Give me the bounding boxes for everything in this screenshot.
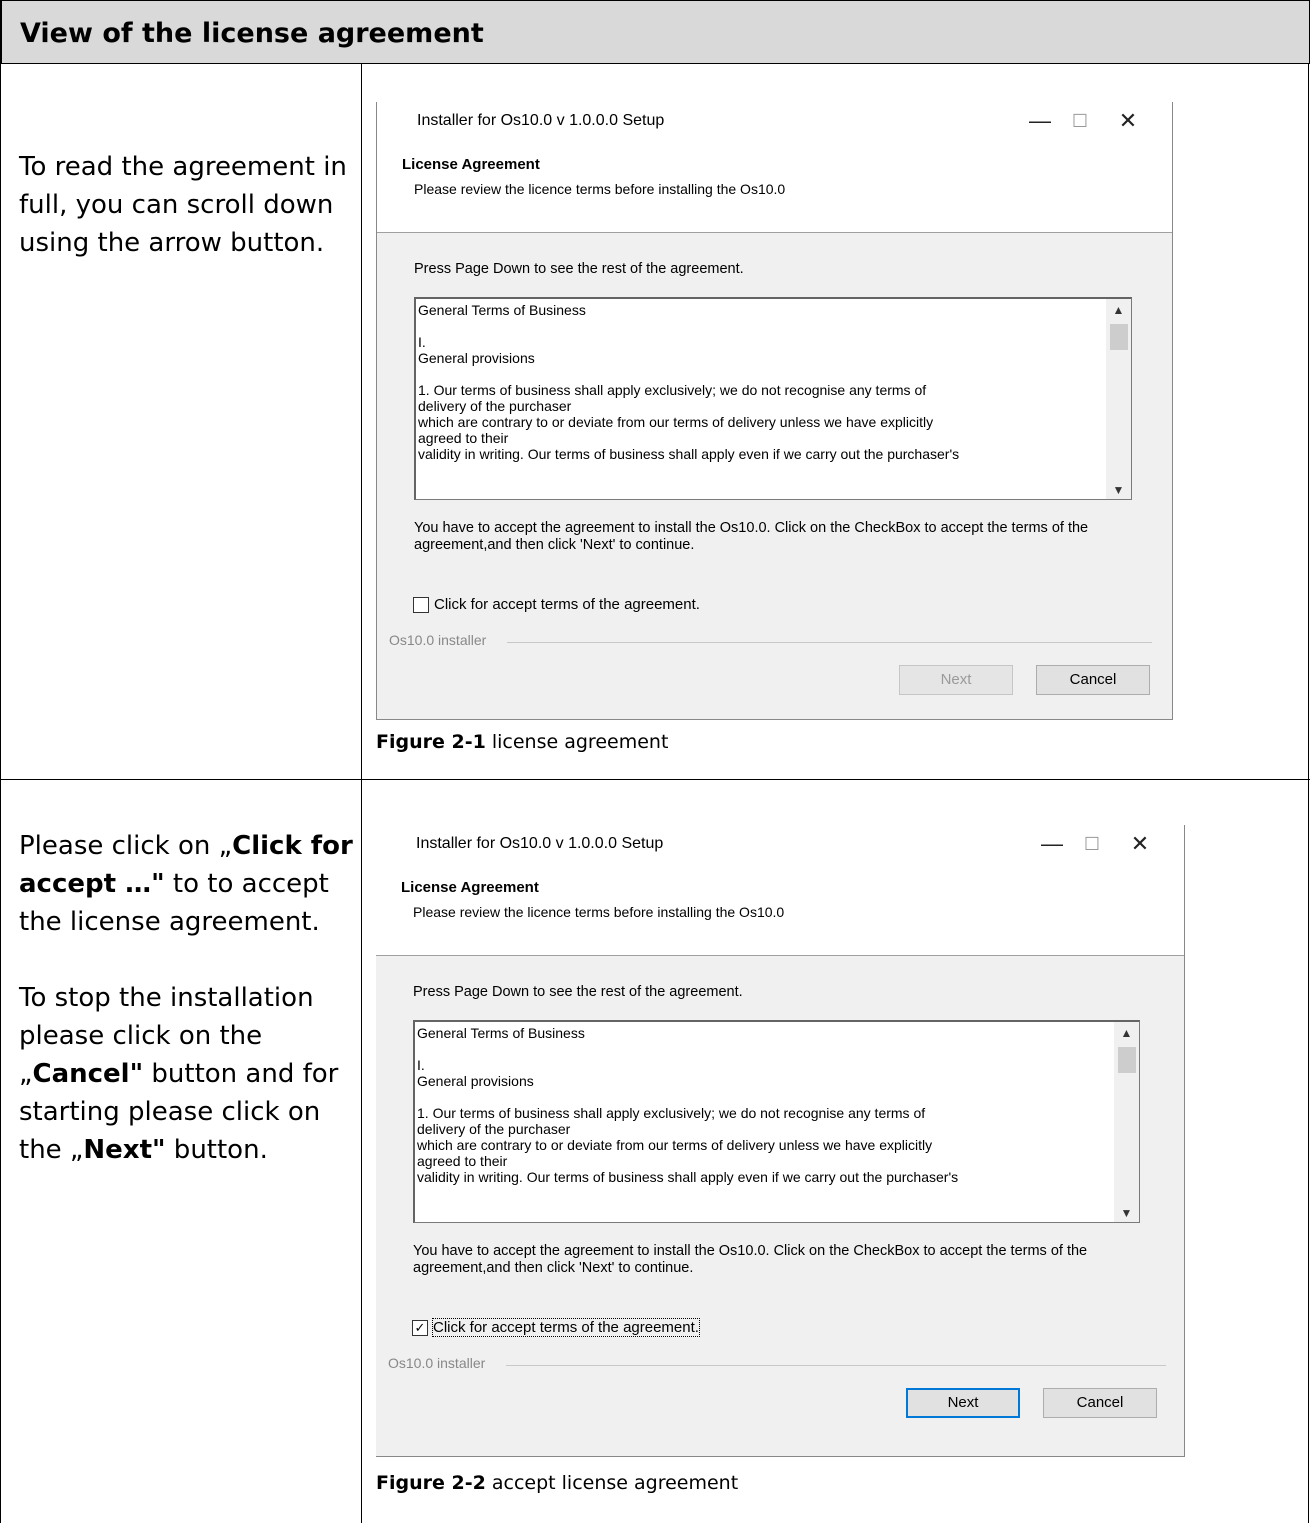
minimize-icon[interactable]: — [1020,106,1060,136]
next-button[interactable]: Next [899,665,1013,695]
license-line: which are contrary to or deviate from ou… [418,414,934,430]
scroll-thumb[interactable] [1110,324,1128,350]
checkbox-icon[interactable] [413,596,429,613]
figure-caption-1: Figure 2-1 license agreement [376,731,668,753]
row2-paragraph-2: To stop the installation please click on… [19,979,357,1169]
row2-p2-post: button. [165,1135,268,1165]
scroll-down-icon[interactable]: ▼ [1106,483,1131,497]
license-text: General Terms of Business I. General provi… [417,1025,958,1185]
license-line: 1. Our terms of business shall apply exc… [417,1105,926,1121]
license-line: which are contrary to or deviate from ou… [417,1137,933,1153]
figure-label-2: Figure 2-2 [376,1472,486,1494]
accept-checkbox[interactable]: Click for accept terms of the agreement. [413,596,700,613]
license-line [418,318,959,334]
row2-p1-pre: Please click on „ [19,831,233,861]
row1-instruction-text: To read the agreement in full, you can s… [19,152,347,258]
installer-dialog-2: Installer for Os10.0 v 1.0.0.0 Setup — ☐… [376,825,1185,1457]
license-line: validity in writing. Our terms of busine… [418,446,960,462]
license-line: I. [417,1057,425,1073]
maximize-icon[interactable]: ☐ [1072,829,1112,859]
figure-text-2: accept license agreement [485,1472,739,1494]
license-text: General Terms of Business I. General provi… [418,302,959,462]
row2-p2-bold-cancel: Cancel" [32,1059,144,1089]
license-line: General provisions [417,1073,534,1089]
section-heading: License Agreement [401,879,539,896]
license-line [417,1089,958,1105]
dialog-title: Installer for Os10.0 v 1.0.0.0 Setup [416,835,664,852]
accept-note: You have to accept the agreement to inst… [413,1243,1088,1276]
scroll-up-icon[interactable]: ▲ [1114,1026,1139,1040]
license-line [417,1041,958,1057]
next-button[interactable]: Next [906,1388,1020,1418]
license-textbox[interactable]: General Terms of Business I. General provi… [413,1020,1140,1223]
row-divider [1,779,1310,780]
license-line: agreed to their [418,430,509,446]
brand-divider [506,1365,1166,1366]
license-line: General Terms of Business [417,1025,585,1041]
page-down-hint: Press Page Down to see the rest of the a… [414,261,744,277]
license-scrollbar[interactable]: ▲ ▼ [1106,299,1131,499]
license-line: agreed to their [417,1153,508,1169]
accept-checkbox[interactable]: ✓ Click for accept terms of the agreemen… [412,1318,700,1337]
accept-note: You have to accept the agreement to inst… [414,520,1089,553]
row2-paragraph-1: Please click on „Click for accept …" to … [19,827,357,941]
section-subtitle: Please review the licence terms before i… [414,181,786,197]
row2-instruction: Please click on „Click for accept …" to … [19,827,357,1169]
checkbox-icon[interactable]: ✓ [412,1319,428,1336]
section-heading: License Agreement [402,156,540,173]
license-line: delivery of the purchaser [418,398,572,414]
dialog-body: Press Page Down to see the rest of the a… [376,955,1184,1456]
maximize-icon[interactable]: ☐ [1060,106,1100,136]
dialog-title: Installer for Os10.0 v 1.0.0.0 Setup [417,112,665,129]
license-scrollbar[interactable]: ▲ ▼ [1114,1022,1139,1222]
license-line: I. [418,334,426,350]
installer-brand: Os10.0 installer [389,632,487,648]
section-subtitle: Please review the licence terms before i… [413,904,785,920]
dialog-body: Press Page Down to see the rest of the a… [377,232,1172,719]
document-table: View of the license agreement To read th… [0,0,1310,1523]
scroll-up-icon[interactable]: ▲ [1106,303,1131,317]
figure-text-1: license agreement [485,731,669,753]
installer-dialog-1: Installer for Os10.0 v 1.0.0.0 Setup — ☐… [376,102,1173,720]
license-line: validity in writing. Our terms of busine… [417,1169,959,1185]
row1-instruction: To read the agreement in full, you can s… [19,148,357,262]
close-icon[interactable]: ✕ [1108,106,1148,136]
close-icon[interactable]: ✕ [1120,829,1160,859]
minimize-icon[interactable]: — [1032,829,1072,859]
row2-p2-bold-next: Next" [83,1135,166,1165]
brand-divider [507,642,1152,643]
checkbox-label[interactable]: Click for accept terms of the agreement. [432,1318,700,1337]
cancel-button[interactable]: Cancel [1036,665,1150,695]
cancel-button[interactable]: Cancel [1043,1388,1157,1418]
license-line: General Terms of Business [418,302,586,318]
scroll-thumb[interactable] [1118,1047,1136,1073]
section-title: View of the license agreement [1,0,1310,64]
checkbox-label[interactable]: Click for accept terms of the agreement. [434,596,700,613]
column-divider [361,64,362,1523]
license-line: 1. Our terms of business shall apply exc… [418,382,927,398]
license-line: delivery of the purchaser [417,1121,571,1137]
figure-caption-2: Figure 2-2 accept license agreement [376,1472,738,1494]
figure-label-1: Figure 2-1 [376,731,486,753]
scroll-down-icon[interactable]: ▼ [1114,1206,1139,1220]
license-textbox[interactable]: General Terms of Business I. General provi… [414,297,1132,500]
installer-brand: Os10.0 installer [388,1355,486,1371]
license-line [418,366,959,382]
page-down-hint: Press Page Down to see the rest of the a… [413,984,743,1000]
license-line: General provisions [418,350,535,366]
